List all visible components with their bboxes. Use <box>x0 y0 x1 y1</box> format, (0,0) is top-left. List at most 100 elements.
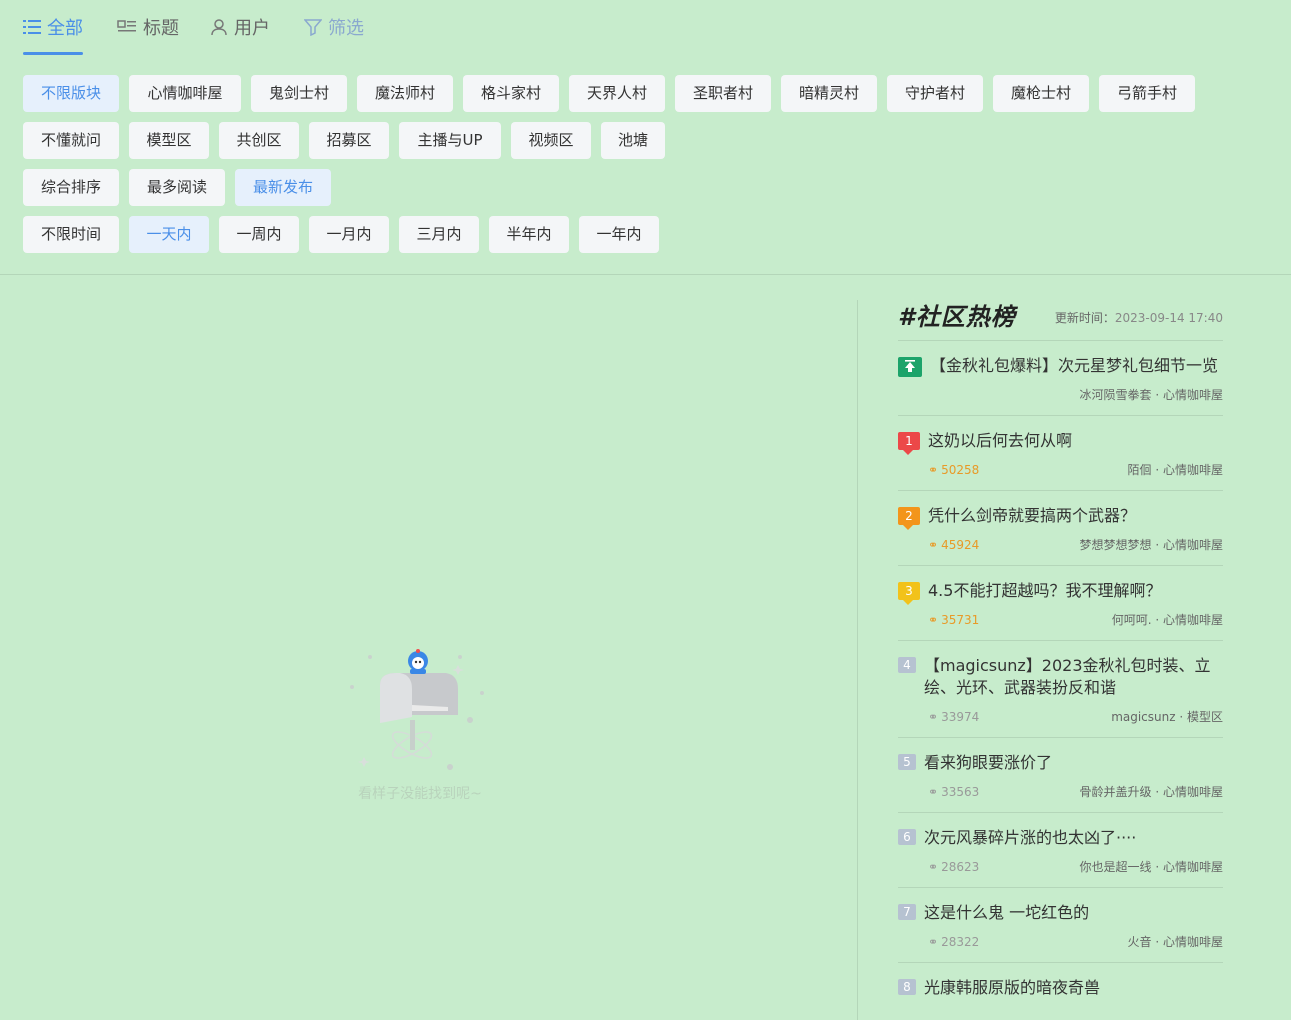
chip-time-4[interactable]: 三月内 <box>399 216 479 253</box>
chip-time-2[interactable]: 一周内 <box>219 216 299 253</box>
rank-badge: 1 <box>898 432 920 455</box>
rank-number: 2 <box>905 509 913 523</box>
hot-item-author[interactable]: 火音 · 心情咖啡屋 <box>1128 933 1223 950</box>
hot-item-title[interactable]: 凭什么剑帝就要搞两个武器？ <box>928 505 1136 527</box>
chip-sort-1[interactable]: 最多阅读 <box>129 169 225 206</box>
chip-board2-4[interactable]: 主播与UP <box>399 122 501 159</box>
empty-state-text: 看样子没能找到呢~ <box>358 786 482 802</box>
hot-list-title: #社区热榜 <box>898 303 1016 331</box>
hot-list-header: #社区热榜 更新时间：2023-09-14 17:40 <box>898 295 1223 341</box>
chip-board2-5[interactable]: 视频区 <box>511 122 591 159</box>
rank-number: 1 <box>905 434 913 448</box>
chip-time-0[interactable]: 不限时间 <box>23 216 119 253</box>
flame-icon: ⚭ <box>928 709 939 724</box>
chip-time-3[interactable]: 一月内 <box>309 216 389 253</box>
tab-title[interactable]: 标题 <box>117 13 179 41</box>
heat-value: 28623 <box>941 859 980 874</box>
flame-icon: ⚭ <box>928 612 939 627</box>
rank-badge: 3 <box>898 582 920 605</box>
chip-board-2[interactable]: 鬼剑士村 <box>251 75 347 112</box>
rank-badge: 4 <box>898 657 916 673</box>
hot-item[interactable]: 2 凭什么剑帝就要搞两个武器？ ⚭ 45924 梦想梦想梦想 · 心情咖啡屋 <box>898 491 1223 566</box>
hot-item[interactable]: 7 这是什么鬼 一坨红色的 ⚭ 28322 火音 · 心情咖啡屋 <box>898 888 1223 963</box>
time-filter-row: 不限时间 一天内 一周内 一月内 三月内 半年内 一年内 <box>23 216 1273 253</box>
tab-filter[interactable]: 筛选 <box>304 13 364 41</box>
chip-board-10[interactable]: 弓箭手村 <box>1099 75 1195 112</box>
chip-time-6[interactable]: 一年内 <box>579 216 659 253</box>
hot-item-author[interactable]: 冰河陨雪拳套 · 心情咖啡屋 <box>1080 386 1223 403</box>
heat-value: 50258 <box>941 462 980 477</box>
hot-item-author[interactable]: 梦想梦想梦想 · 心情咖啡屋 <box>1080 536 1223 553</box>
rank-number: 8 <box>903 980 911 994</box>
community-hot-list: #社区热榜 更新时间：2023-09-14 17:40 【金秋礼包爆料】次元星梦… <box>898 295 1223 1011</box>
hot-item-title[interactable]: 次元风暴碎片涨的也太凶了···· <box>924 827 1136 849</box>
chip-board-0[interactable]: 不限版块 <box>23 75 119 112</box>
update-label: 更新时间： <box>1054 311 1115 325</box>
chip-board-7[interactable]: 暗精灵村 <box>781 75 877 112</box>
filter-icon <box>304 19 322 36</box>
heat-count: ⚭ 28623 <box>928 858 979 875</box>
tab-user[interactable]: 用户 <box>210 13 270 41</box>
hot-item[interactable]: 6 次元风暴碎片涨的也太凶了···· ⚭ 28623 你也是超一线 · 心情咖啡屋 <box>898 813 1223 888</box>
hot-item[interactable]: 4 【magicsunz】2023金秋礼包时装、立绘、光环、武器装扮反和谐 ⚭ 3… <box>898 641 1223 738</box>
hot-item-title[interactable]: 【magicsunz】2023金秋礼包时装、立绘、光环、武器装扮反和谐 <box>924 655 1223 699</box>
hot-item-author[interactable]: 你也是超一线 · 心情咖啡屋 <box>1080 858 1223 875</box>
hot-item-title[interactable]: 看来狗眼要涨价了 <box>924 752 1052 774</box>
hot-item-author[interactable]: magicsunz · 模型区 <box>1111 708 1223 725</box>
heat-count: ⚭ 50258 <box>928 461 979 478</box>
hot-item-author[interactable]: 陌佪 · 心情咖啡屋 <box>1128 461 1223 478</box>
chip-board-8[interactable]: 守护者村 <box>887 75 983 112</box>
hot-item[interactable]: 3 4.5不能打超越吗？我不理解啊？ ⚭ 35731 何呵呵. · 心情咖啡屋 <box>898 566 1223 641</box>
chip-board-3[interactable]: 魔法师村 <box>357 75 453 112</box>
rank-badge: 6 <box>898 829 916 845</box>
tab-all-label: 全部 <box>47 18 83 39</box>
heat-count: ⚭ 33563 <box>928 783 979 800</box>
chip-board2-1[interactable]: 模型区 <box>129 122 209 159</box>
tab-all[interactable]: 全部 <box>23 13 83 41</box>
hot-item-title[interactable]: 光康韩服原版的暗夜奇兽 <box>924 977 1100 999</box>
heat-value: 33563 <box>941 784 980 799</box>
chip-sort-2[interactable]: 最新发布 <box>235 169 331 206</box>
chip-time-1[interactable]: 一天内 <box>129 216 209 253</box>
rank-number: 4 <box>903 658 911 672</box>
chip-board2-6[interactable]: 池塘 <box>601 122 665 159</box>
pinned-icon <box>898 357 922 377</box>
chip-time-5[interactable]: 半年内 <box>489 216 569 253</box>
chip-board-4[interactable]: 格斗家村 <box>463 75 559 112</box>
hot-item-author[interactable]: 何呵呵. · 心情咖啡屋 <box>1112 611 1223 628</box>
rank-badge: 2 <box>898 507 920 530</box>
hot-item-title[interactable]: 4.5不能打超越吗？我不理解啊？ <box>928 580 1161 602</box>
hot-item-title[interactable]: 【金秋礼包爆料】次元星梦礼包细节一览 <box>930 355 1218 377</box>
chip-board2-3[interactable]: 招募区 <box>309 122 389 159</box>
filter-panel: 不限版块 心情咖啡屋 鬼剑士村 魔法师村 格斗家村 天界人村 圣职者村 暗精灵村… <box>23 75 1273 263</box>
chip-board-6[interactable]: 圣职者村 <box>675 75 771 112</box>
tab-bar: 全部 标题 用户 筛选 <box>0 0 1291 56</box>
tab-filter-label: 筛选 <box>328 18 364 39</box>
update-time: 2023-09-14 17:40 <box>1114 311 1223 325</box>
rank-number: 7 <box>903 905 911 919</box>
chip-board-1[interactable]: 心情咖啡屋 <box>129 75 241 112</box>
heat-count: ⚭ 35731 <box>928 611 979 628</box>
hot-item[interactable]: 5 看来狗眼要涨价了 ⚭ 33563 骨龄并盖升级 · 心情咖啡屋 <box>898 738 1223 813</box>
chip-board2-2[interactable]: 共创区 <box>219 122 299 159</box>
user-icon <box>211 19 227 36</box>
hot-item-pinned[interactable]: 【金秋礼包爆料】次元星梦礼包细节一览 冰河陨雪拳套 · 心情咖啡屋 <box>898 341 1223 416</box>
chip-board-5[interactable]: 天界人村 <box>569 75 665 112</box>
flame-icon: ⚭ <box>928 462 939 477</box>
flame-icon: ⚭ <box>928 934 939 949</box>
chip-sort-0[interactable]: 综合排序 <box>23 169 119 206</box>
hot-item-title[interactable]: 这是什么鬼 一坨红色的 <box>924 902 1089 924</box>
rank-badge: 7 <box>898 904 916 920</box>
hot-item-title[interactable]: 这奶以后何去何从啊 <box>928 430 1072 452</box>
hot-item-author[interactable]: 骨龄并盖升级 · 心情咖啡屋 <box>1080 783 1223 800</box>
hot-list-update: 更新时间：2023-09-14 17:40 <box>1055 309 1223 326</box>
hot-item[interactable]: 1 这奶以后何去何从啊 ⚭ 50258 陌佪 · 心情咖啡屋 <box>898 416 1223 491</box>
chip-board-9[interactable]: 魔枪士村 <box>993 75 1089 112</box>
heat-value: 35731 <box>941 612 980 627</box>
rank-badge: 8 <box>898 979 916 995</box>
chip-board2-0[interactable]: 不懂就问 <box>23 122 119 159</box>
list-icon <box>23 20 41 34</box>
heat-count: ⚭ 33974 <box>928 708 979 725</box>
rank-number: 6 <box>903 830 911 844</box>
hot-item[interactable]: 8 光康韩服原版的暗夜奇兽 <box>898 963 1223 1011</box>
